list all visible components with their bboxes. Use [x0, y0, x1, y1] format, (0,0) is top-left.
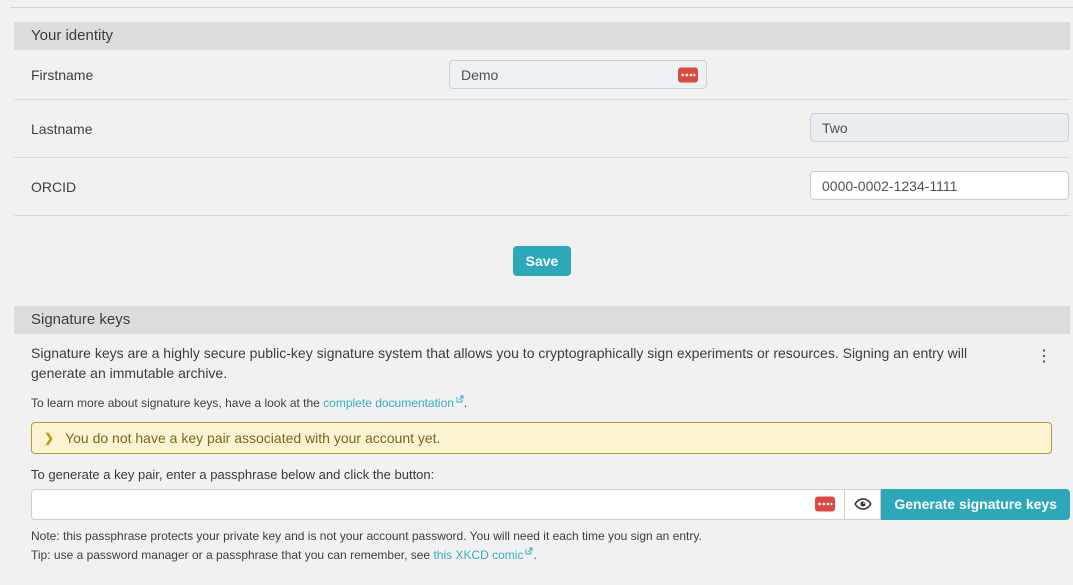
xkcd-comic-link[interactable]: this XKCD comic: [433, 548, 533, 562]
firstname-label: Firstname: [31, 67, 93, 83]
passphrase-input[interactable]: [31, 489, 844, 520]
passphrase-tip: Tip: use a password manager or a passphr…: [31, 547, 1070, 562]
passphrase-input-group: Generate signature keys: [31, 489, 1070, 520]
settings-content: Your identity Firstname Lastname ORCID S…: [14, 22, 1070, 562]
orcid-label: ORCID: [31, 179, 76, 195]
signature-description: Signature keys are a highly secure publi…: [31, 345, 967, 381]
external-link-icon: [456, 395, 464, 403]
save-row: Save: [14, 216, 1070, 306]
firstname-row: Firstname: [14, 50, 1070, 100]
toggle-passphrase-visibility-button[interactable]: [844, 489, 881, 520]
chevron-right-icon: ❯: [44, 431, 54, 445]
lastname-row: Lastname: [14, 100, 1070, 158]
lastname-input[interactable]: [810, 113, 1069, 142]
no-keypair-alert-text: You do not have a key pair associated wi…: [65, 430, 440, 446]
save-button[interactable]: Save: [513, 246, 572, 276]
identity-section-header: Your identity: [14, 22, 1070, 50]
no-keypair-alert: ❯ You do not have a key pair associated …: [31, 422, 1052, 454]
documentation-link-label: complete documentation: [323, 396, 454, 410]
documentation-link[interactable]: complete documentation: [323, 396, 464, 410]
tip-suffix: .: [533, 548, 536, 562]
tip-prefix: Tip: use a password manager or a passphr…: [31, 548, 433, 562]
signature-description-row: Signature keys are a highly secure publi…: [14, 334, 1070, 384]
passphrase-note: Note: this passphrase protects your priv…: [31, 529, 1070, 543]
firstname-input-wrap: [449, 60, 707, 89]
generate-instruction: To generate a key pair, enter a passphra…: [31, 467, 1070, 482]
firstname-input[interactable]: [449, 60, 707, 89]
passphrase-input-wrap: [31, 489, 844, 520]
password-manager-icon[interactable]: [678, 67, 698, 82]
eye-icon: [854, 497, 872, 511]
signature-section-header: Signature keys: [14, 306, 1070, 334]
top-divider: [10, 7, 1073, 8]
learn-more-prefix: To learn more about signature keys, have…: [31, 396, 323, 410]
lastname-input-wrap: [810, 113, 1069, 142]
xkcd-comic-link-label: this XKCD comic: [433, 548, 523, 562]
password-manager-icon[interactable]: [815, 497, 835, 512]
generate-signature-keys-button[interactable]: Generate signature keys: [881, 489, 1070, 520]
lastname-label: Lastname: [31, 121, 92, 137]
orcid-row: ORCID: [14, 158, 1070, 216]
orcid-input[interactable]: [810, 171, 1069, 200]
orcid-input-wrap: [810, 171, 1069, 200]
user-settings-page: { "identity": { "header": "Your identity…: [0, 7, 1073, 585]
learn-more-suffix: .: [464, 396, 467, 410]
learn-more-line: To learn more about signature keys, have…: [31, 395, 1070, 410]
kebab-menu-icon[interactable]: ⋮: [1032, 347, 1056, 367]
